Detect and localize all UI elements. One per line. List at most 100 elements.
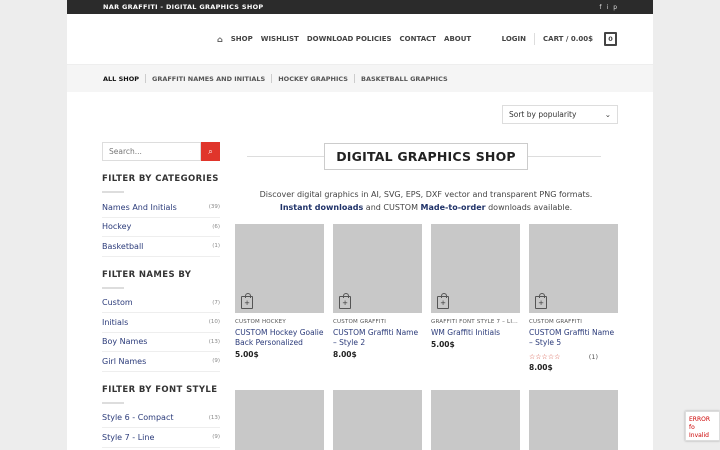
login-link[interactable]: LOGIN	[502, 35, 526, 43]
cat-divider	[353, 74, 355, 83]
search-icon: ⌕	[208, 146, 213, 156]
recaptcha-badge[interactable]: ERROR fo Invalid do	[685, 411, 720, 441]
cat-all-shop[interactable]: ALL SHOP	[103, 75, 139, 83]
filter-item[interactable]: Basketball (1)	[102, 237, 220, 257]
widget-title: FILTER BY CATEGORIES	[102, 174, 219, 184]
pinterest-icon[interactable]: p	[613, 4, 617, 11]
facebook-icon[interactable]: f	[599, 4, 601, 11]
product-card[interactable]	[431, 390, 520, 450]
chevron-down-icon: ⌄	[604, 110, 611, 119]
product-category: CUSTOM HOCKEY	[235, 319, 286, 325]
widget-divider	[102, 401, 124, 404]
filter-item[interactable]: Boy Names (13)	[102, 333, 220, 352]
nav-wishlist[interactable]: WISHLIST	[261, 35, 299, 43]
filter-count: (9)	[212, 358, 220, 365]
filter-count: (39)	[208, 204, 220, 211]
intro-end: downloads available.	[485, 203, 573, 212]
account-nav: LOGIN CART / 0.00$ 0	[502, 32, 617, 46]
filter-item[interactable]: Hockey (6)	[102, 218, 220, 237]
product-price: 5.00$	[235, 350, 259, 359]
product-grid-row-2	[235, 390, 618, 450]
product-name[interactable]: CUSTOM Graffiti Name – Style 5	[529, 328, 618, 348]
search-input[interactable]: Search...	[102, 142, 201, 161]
nav-download-policies[interactable]: DOWNLOAD POLICIES	[307, 35, 392, 43]
nav-divider	[534, 33, 536, 45]
cart-count: 0	[608, 35, 613, 43]
top-bar: NAR GRAFFITI - DIGITAL GRAPHICS SHOP f i…	[67, 0, 653, 14]
product-image[interactable]	[235, 390, 324, 450]
product-card[interactable]: + GRAFFITI FONT STYLE 7 – LI... WM Graff…	[431, 224, 520, 372]
widget-title: FILTER BY FONT STYLE	[102, 384, 218, 395]
made-to-order-link[interactable]: Made-to-order	[421, 203, 486, 212]
sort-row: Sort by popularity ⌄	[502, 105, 618, 124]
product-category: CUSTOM GRAFFITI	[529, 319, 583, 325]
filter-item[interactable]: Custom (7)	[102, 294, 220, 313]
product-image[interactable]: +	[529, 224, 618, 313]
add-to-cart-icon[interactable]: +	[339, 293, 351, 309]
product-price: 5.00$	[431, 340, 455, 349]
filter-count: (6)	[212, 223, 220, 230]
nav-contact[interactable]: CONTACT	[400, 35, 437, 43]
filter-item[interactable]: Names And Initials (39)	[102, 198, 220, 218]
filter-categories-widget: FILTER BY CATEGORIES Names And Initials (…	[102, 174, 220, 257]
filter-label: Names And Initials	[102, 202, 177, 212]
category-bar: ALL SHOP GRAFFITI NAMES AND INITIALS HOC…	[67, 65, 653, 92]
add-to-cart-icon[interactable]: +	[535, 293, 547, 309]
intro-line-1: Discover digital graphics in AI, SVG, EP…	[259, 190, 593, 199]
product-image[interactable]	[333, 390, 422, 450]
sort-label: Sort by popularity	[509, 110, 577, 119]
cat-divider	[145, 74, 146, 83]
product-image[interactable]	[529, 390, 618, 450]
filter-label: Custom	[102, 298, 133, 308]
product-card[interactable]: + CUSTOM GRAFFITI CUSTOM Graffiti Name –…	[333, 224, 422, 372]
product-image[interactable]: +	[431, 224, 520, 313]
product-image[interactable]	[431, 390, 520, 450]
instagram-icon[interactable]: i	[607, 4, 609, 11]
widget-title: FILTER NAMES BY	[102, 269, 192, 280]
instant-downloads-link[interactable]: Instant downloads	[280, 203, 363, 212]
cat-graffiti-names[interactable]: GRAFFITI NAMES AND INITIALS	[152, 75, 265, 83]
filter-label: Style 6 - Compact	[102, 413, 174, 423]
site-title[interactable]: NAR GRAFFITI - DIGITAL GRAPHICS SHOP	[103, 3, 263, 11]
nav-about[interactable]: ABOUT	[444, 35, 471, 43]
social-links: f i p	[599, 4, 617, 11]
filter-label: Girl Names	[102, 356, 147, 366]
add-to-cart-icon[interactable]: +	[437, 293, 449, 309]
product-card[interactable]: + CUSTOM HOCKEY CUSTOM Hockey Goalie Bac…	[235, 224, 324, 372]
filter-item[interactable]: Initials (10)	[102, 313, 220, 333]
cart-link[interactable]: CART / 0.00$	[543, 35, 593, 43]
product-name[interactable]: CUSTOM Hockey Goalie Back Personalized	[235, 328, 324, 348]
filter-item[interactable]: Girl Names (9)	[102, 352, 220, 372]
product-card[interactable]	[235, 390, 324, 450]
product-name[interactable]: CUSTOM Graffiti Name – Style 2	[333, 328, 422, 348]
cart-icon[interactable]: 0	[604, 32, 617, 46]
product-grid: + CUSTOM HOCKEY CUSTOM Hockey Goalie Bac…	[235, 224, 618, 372]
sort-select[interactable]: Sort by popularity ⌄	[502, 105, 618, 124]
rating-count: (1)	[588, 353, 598, 361]
filter-item[interactable]: Style 6 - Compact (13)	[102, 409, 220, 428]
nav-shop[interactable]: SHOP	[231, 35, 253, 43]
product-card[interactable]	[529, 390, 618, 450]
cat-basketball[interactable]: BASKETBALL GRAPHICS	[361, 75, 448, 83]
home-icon[interactable]: ⌂	[217, 35, 223, 44]
filter-count: (13)	[208, 414, 220, 421]
page: NAR GRAFFITI - DIGITAL GRAPHICS SHOP f i…	[67, 0, 653, 450]
main-nav: ⌂ SHOP WISHLIST DOWNLOAD POLICIES CONTAC…	[217, 35, 471, 44]
product-card[interactable]: + CUSTOM GRAFFITI CUSTOM Graffiti Name –…	[529, 224, 618, 372]
search-form: Search... ⌕	[102, 142, 220, 161]
filter-label: Boy Names	[102, 337, 148, 347]
product-category: GRAFFITI FONT STYLE 7 – LI...	[431, 319, 518, 325]
product-name[interactable]: WM Graffiti Initials	[431, 328, 520, 338]
heading-wrap: DIGITAL GRAPHICS SHOP	[235, 142, 617, 170]
filter-item[interactable]: Style 7 - Line (9)	[102, 428, 220, 448]
add-to-cart-icon[interactable]: +	[241, 293, 253, 309]
search-button[interactable]: ⌕	[201, 142, 220, 161]
product-image[interactable]: +	[235, 224, 324, 313]
product-image[interactable]: +	[333, 224, 422, 313]
product-card[interactable]	[333, 390, 422, 450]
cat-hockey[interactable]: HOCKEY GRAPHICS	[278, 75, 348, 83]
widget-divider	[102, 191, 124, 193]
intro-line-2: Instant downloads and CUSTOM Made-to-ord…	[235, 201, 617, 214]
filter-label: Hockey	[102, 222, 132, 232]
filter-count: (13)	[208, 338, 220, 345]
